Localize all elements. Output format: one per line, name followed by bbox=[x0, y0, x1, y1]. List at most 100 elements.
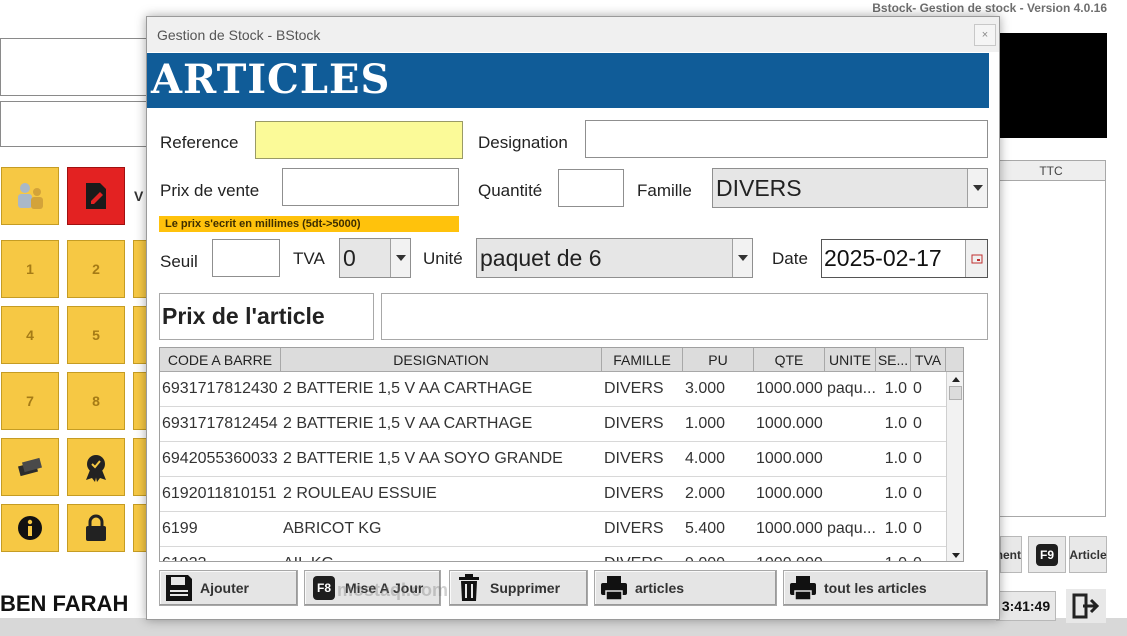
cell-tva: 0 bbox=[913, 520, 922, 537]
document-tile[interactable] bbox=[67, 167, 125, 225]
scroll-up-icon[interactable] bbox=[947, 372, 963, 386]
award-tile[interactable] bbox=[67, 438, 125, 496]
cell-pu: 5.400 bbox=[685, 520, 726, 537]
print-icon bbox=[597, 571, 631, 605]
cell-unite bbox=[825, 477, 876, 511]
lock-tile[interactable] bbox=[67, 504, 125, 552]
cell-famille: DIVERS bbox=[604, 520, 664, 537]
cell-qte: 1000.000 bbox=[756, 415, 823, 432]
col-designation[interactable]: DESIGNATION bbox=[281, 348, 602, 372]
designation-input[interactable] bbox=[585, 120, 988, 158]
cell-pu: 9.000 bbox=[683, 547, 754, 561]
col-famille[interactable]: FAMILLE bbox=[602, 348, 683, 372]
articles-banner: ARTICLES bbox=[147, 53, 989, 108]
quantite-input[interactable] bbox=[558, 169, 624, 207]
user-name: BEN FARAH bbox=[0, 591, 129, 616]
keypad-9-partial[interactable] bbox=[133, 372, 147, 430]
col-qte[interactable]: QTE bbox=[754, 348, 825, 372]
document-edit-icon bbox=[86, 183, 106, 209]
chevron-down-icon[interactable] bbox=[732, 239, 752, 277]
keypad-2[interactable]: 2 bbox=[67, 240, 125, 298]
cell-seuil: 1.0 bbox=[884, 485, 907, 502]
table-row[interactable]: 6942055360033 2 BATTERIE 1,5 V AA SOYO GR… bbox=[160, 442, 946, 477]
keypad-4[interactable]: 4 bbox=[1, 306, 59, 364]
users-tile[interactable] bbox=[1, 167, 59, 225]
table-row[interactable]: 61933AIL KGDIVERS9.0001000.000 1.00 bbox=[160, 547, 946, 561]
tile-partial[interactable] bbox=[133, 438, 147, 496]
exit-button[interactable] bbox=[1066, 589, 1106, 623]
keypad-6-partial[interactable] bbox=[133, 306, 147, 364]
save-icon bbox=[162, 571, 196, 605]
scroll-down-icon[interactable] bbox=[947, 548, 963, 561]
close-button[interactable]: × bbox=[974, 24, 996, 46]
reference-input[interactable] bbox=[255, 121, 463, 159]
unite-select[interactable]: paquet de 6 bbox=[476, 238, 753, 278]
dialog-titlebar[interactable]: Gestion de Stock - BStock × bbox=[147, 17, 999, 52]
tile-partial-2[interactable] bbox=[133, 504, 147, 552]
bg-display-screen bbox=[1000, 33, 1107, 138]
banner-title: ARTICLES bbox=[151, 56, 391, 103]
bg-display-field-1 bbox=[0, 38, 160, 96]
cell-famille: DIVERS bbox=[604, 450, 664, 467]
table-row[interactable]: 6931717812454 2 BATTERIE 1,5 V AA CARTHAG… bbox=[160, 407, 946, 442]
cell-seuil: 1.0 bbox=[884, 415, 907, 432]
table-row[interactable]: 6192011810151 2 ROULEAU ESSUIE DIVERS 2.000… bbox=[160, 477, 946, 512]
scroll-thumb[interactable] bbox=[949, 386, 962, 400]
cell-seuil: 1.0 bbox=[884, 520, 907, 537]
keypad-5[interactable]: 5 bbox=[67, 306, 125, 364]
cell-qte: 1000.000 bbox=[756, 485, 823, 502]
watermark: mostaql.com bbox=[337, 580, 449, 600]
cell-pu: 4.000 bbox=[685, 450, 726, 467]
header-corner bbox=[946, 348, 963, 372]
col-pu[interactable]: PU bbox=[683, 348, 754, 372]
famille-label: Famille bbox=[637, 181, 692, 200]
keypad-3-partial[interactable] bbox=[133, 240, 147, 298]
cell-pu: 2.000 bbox=[685, 485, 726, 502]
calendar-icon[interactable] bbox=[965, 240, 987, 277]
chevron-down-icon[interactable] bbox=[967, 169, 987, 207]
info-tile[interactable] bbox=[1, 504, 59, 552]
date-value: 2025-02-17 bbox=[824, 245, 942, 271]
article-label: Article bbox=[1069, 547, 1107, 562]
print-all-articles-button[interactable]: tout les articles bbox=[783, 570, 988, 606]
tva-select[interactable]: 0 bbox=[339, 238, 411, 278]
chevron-down-icon[interactable] bbox=[390, 239, 410, 277]
tva-label: TVA bbox=[293, 249, 325, 268]
ajouter-button[interactable]: Ajouter bbox=[159, 570, 298, 606]
cell-designation: 2 BATTERIE 1,5 V AA CARTHAGE bbox=[283, 380, 533, 397]
cell-qte: 1000.000 bbox=[756, 450, 823, 467]
keypad-8[interactable]: 8 bbox=[67, 372, 125, 430]
table-scrollbar[interactable] bbox=[946, 372, 963, 561]
articles-table[interactable]: CODE A BARRE DESIGNATION FAMILLE PU QTE … bbox=[159, 347, 964, 562]
reference-label: Reference bbox=[160, 133, 239, 152]
keypad-1[interactable]: 1 bbox=[1, 240, 59, 298]
supprimer-button[interactable]: Supprimer bbox=[449, 570, 588, 606]
col-seuil[interactable]: SE... bbox=[876, 348, 911, 372]
col-tva[interactable]: TVA bbox=[911, 348, 946, 372]
print-articles-button[interactable]: articles bbox=[594, 570, 777, 606]
seuil-input[interactable] bbox=[212, 239, 280, 277]
table-row[interactable]: 6199 ABRICOT KG DIVERS 5.400 1000.000 paqu...… bbox=[160, 512, 946, 547]
col-unite[interactable]: UNITE bbox=[825, 348, 876, 372]
close-icon: × bbox=[981, 29, 989, 41]
famille-select[interactable]: DIVERS bbox=[712, 168, 988, 208]
cell-code-barre: 61933 bbox=[160, 547, 281, 561]
f8-key-icon: F8 bbox=[307, 571, 341, 605]
articles-label: articles bbox=[635, 580, 685, 596]
app-window: Bstock- Gestion de stock - Version 4.0.1… bbox=[0, 0, 1127, 636]
table-row[interactable]: 6931717812430 2 BATTERIE 1,5 V AA CARTHAG… bbox=[160, 372, 946, 407]
paiement-button-partial[interactable]: ment bbox=[992, 536, 1022, 573]
f9-button[interactable]: F9 bbox=[1028, 536, 1066, 573]
prix-vente-input[interactable] bbox=[282, 168, 459, 206]
tout-articles-label: tout les articles bbox=[824, 580, 927, 596]
article-button[interactable]: Article bbox=[1069, 536, 1107, 573]
table-header: CODE A BARRE DESIGNATION FAMILLE PU QTE … bbox=[160, 348, 963, 372]
keypad-7[interactable]: 7 bbox=[1, 372, 59, 430]
col-code-barre[interactable]: CODE A BARRE bbox=[160, 348, 281, 372]
date-picker[interactable]: 2025-02-17 bbox=[821, 239, 988, 278]
unite-value: paquet de 6 bbox=[480, 244, 602, 271]
money-tile[interactable] bbox=[1, 438, 59, 496]
famille-value: DIVERS bbox=[716, 174, 802, 201]
bg-display-field-2 bbox=[0, 101, 160, 147]
partial-letter: V bbox=[134, 188, 144, 204]
